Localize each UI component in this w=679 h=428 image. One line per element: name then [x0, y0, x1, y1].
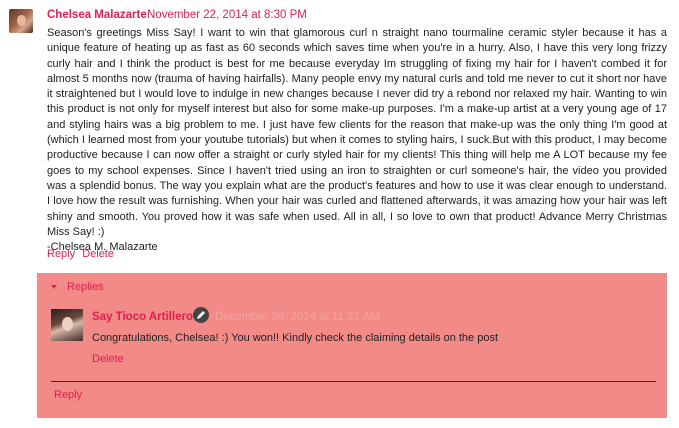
- comment-signature: -Chelsea M. Malazarte: [47, 241, 158, 254]
- pencil-icon: [193, 307, 209, 323]
- reply-delete-button[interactable]: Delete: [92, 353, 124, 365]
- reply-avatar[interactable]: [51, 309, 83, 341]
- reply-button[interactable]: Reply: [47, 248, 75, 260]
- replies-toggle-label: Replies: [67, 281, 104, 293]
- comment-date[interactable]: November 22, 2014 at 8:30 PM: [147, 9, 307, 21]
- replies-toggle[interactable]: Replies: [51, 281, 104, 293]
- replies-section: Replies Say Tioco Artillero December 30,…: [37, 273, 667, 418]
- add-reply-link[interactable]: Reply: [54, 389, 82, 401]
- avatar[interactable]: [9, 9, 33, 33]
- comment-actions: Reply Delete: [47, 248, 118, 260]
- comment-body: Season's greetings Miss Say! I want to w…: [47, 26, 667, 255]
- caret-down-icon: [51, 285, 57, 290]
- comment-text: Season's greetings Miss Say! I want to w…: [47, 27, 667, 238]
- divider: [51, 381, 656, 382]
- reply-text: Congratulations, Chelsea! :) You won!! K…: [92, 332, 499, 344]
- comment-author[interactable]: Chelsea Malazarte: [47, 9, 147, 21]
- delete-button[interactable]: Delete: [82, 248, 114, 260]
- reply-author[interactable]: Say Tioco Artillero: [92, 311, 193, 323]
- reply-date[interactable]: December 30, 2014 at 11:31 AM: [215, 311, 380, 323]
